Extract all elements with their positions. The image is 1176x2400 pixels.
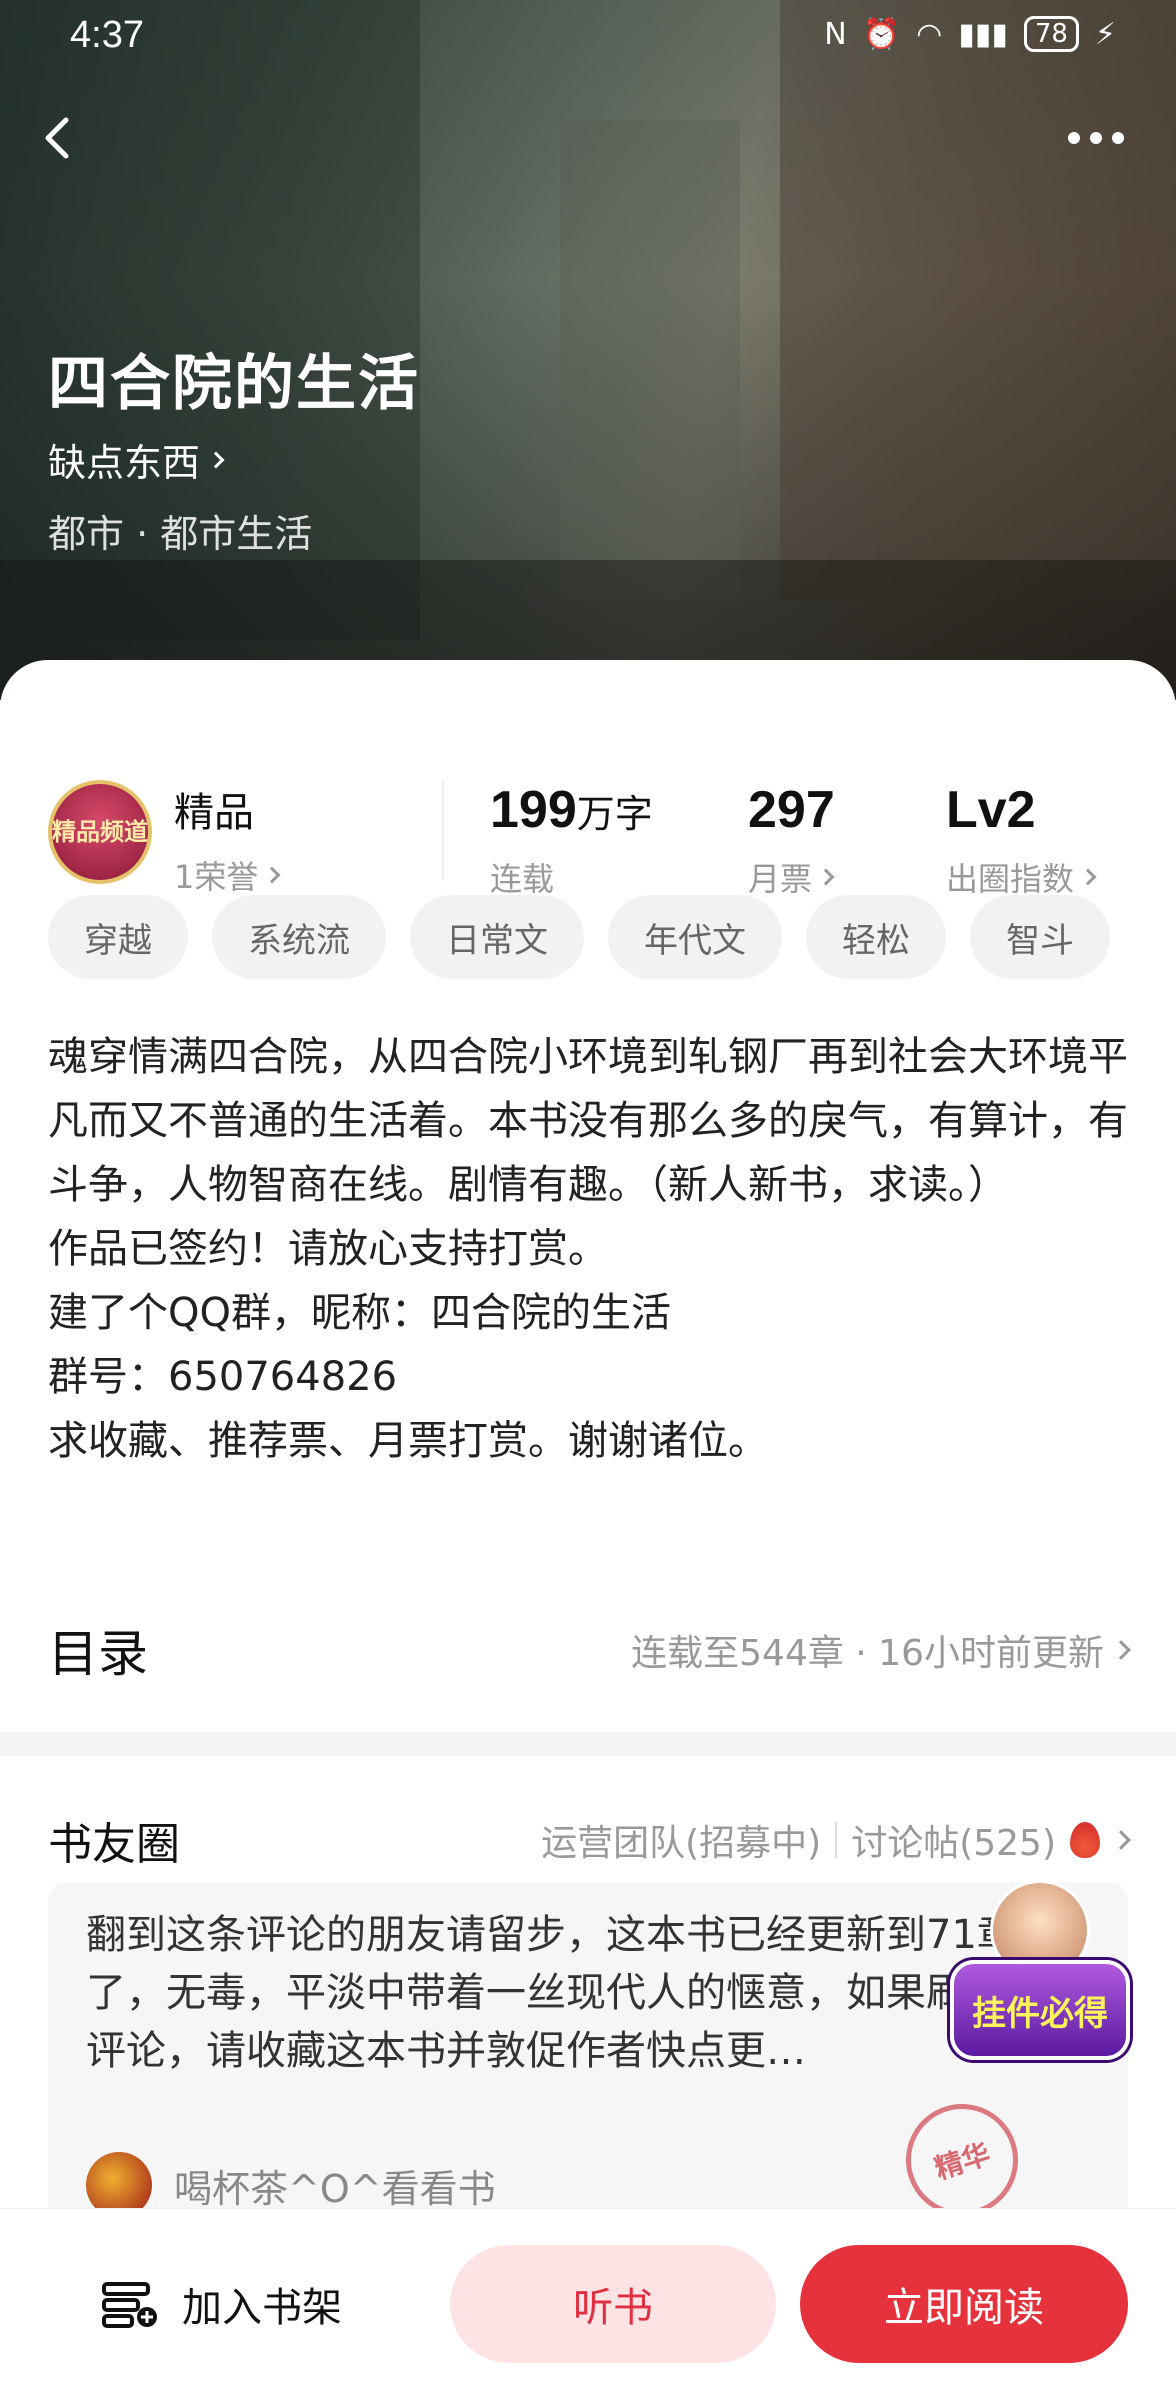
chevron-right-icon [1111, 1640, 1131, 1660]
fire-icon [1070, 1822, 1100, 1858]
pendant-promo-button[interactable]: 挂件必得 [950, 1960, 1130, 2060]
honor-badge-icon: 精品频道 [48, 780, 152, 884]
read-now-button[interactable]: 立即阅读 [800, 2245, 1128, 2363]
description-line: 作品已签约！请放心支持打赏。 [48, 1226, 608, 1272]
discussion-posts-link[interactable]: 讨论帖(525) [851, 1814, 1056, 1866]
stat-value: 199 [490, 781, 577, 839]
honor-count: 1荣誉 [174, 858, 259, 896]
chevron-right-icon [207, 451, 225, 468]
honor-label: 精品 [174, 790, 254, 836]
bottom-action-bar: 加入书架 听书 立即阅读 [0, 2208, 1176, 2400]
divider [835, 1822, 838, 1858]
chevron-right-icon [1079, 868, 1097, 886]
wifi-icon: ◠ [916, 16, 943, 52]
honor-link[interactable]: 精品 1荣誉 [174, 780, 281, 898]
book-genre: 都市 · 都市生活 [48, 512, 313, 556]
description-line: 群号：650764826 [48, 1354, 398, 1400]
tag-chip[interactable]: 日常文 [410, 895, 584, 979]
stat-unit: 万字 [576, 792, 653, 836]
comment-text: 翻到这条评论的朋友请留步，这本书已经更新到71章了，无毒，平淡中带着一丝现代人的… [86, 1912, 1086, 2074]
stats-row: 精品频道 精品 1荣誉 199万字 连载 297 月票 Lv2 出圈指数 [48, 720, 1138, 898]
author-name: 缺点东西 [48, 441, 201, 485]
building-shape [560, 120, 740, 600]
add-to-shelf-label: 加入书架 [182, 2285, 342, 2331]
stat-label: 出圈指数 [946, 860, 1075, 898]
stat-value: 297 [748, 781, 835, 839]
listen-button[interactable]: 听书 [450, 2245, 776, 2363]
tag-chip[interactable]: 年代文 [608, 895, 782, 979]
detail-sheet: 精品频道 精品 1荣誉 199万字 连载 297 月票 Lv2 出圈指数 穿越 … [0, 660, 1176, 2400]
chevron-right-icon [263, 866, 281, 884]
stat-monthly-tickets[interactable]: 297 月票 [748, 780, 835, 900]
signal-icon: ▮▮▮ [958, 16, 1008, 52]
toc-title: 目录 [48, 1625, 148, 1683]
tag-chip[interactable]: 穿越 [48, 895, 188, 979]
cover-banner: 4:37 N ⏰ ◠ ▮▮▮ 78 ⚡ 四合院的生活 缺点东西 都市 · 都市生… [0, 0, 1176, 700]
nfc-icon: N [824, 16, 847, 52]
author-link[interactable]: 缺点东西 [48, 432, 225, 487]
book-club-title: 书友圈 [48, 1819, 180, 1870]
divider [442, 780, 444, 880]
section-divider [0, 1732, 1176, 1756]
add-to-shelf-button[interactable]: 加入书架 [100, 2249, 342, 2359]
stat-influence-index[interactable]: Lv2 出圈指数 [946, 780, 1097, 900]
status-time: 4:37 [70, 14, 144, 56]
toc-update-info: 连载至544章 · 16小时前更新 [631, 1633, 1104, 1674]
status-bar: 4:37 N ⏰ ◠ ▮▮▮ 78 ⚡ [0, 0, 1176, 72]
charging-icon: ⚡ [1094, 16, 1116, 52]
tag-chip[interactable]: 智斗 [970, 895, 1110, 979]
book-title: 四合院的生活 [48, 349, 420, 419]
shelf-add-icon [102, 2282, 157, 2328]
ops-team-link[interactable]: 运营团队(招募中) [541, 1814, 821, 1866]
back-icon[interactable] [30, 108, 90, 168]
alarm-icon: ⏰ [862, 16, 901, 52]
description-line: 求收藏、推荐票、月票打赏。谢谢诸位。 [48, 1418, 768, 1464]
chevron-right-icon [817, 868, 835, 886]
building-shape [780, 0, 1176, 600]
table-of-contents-row[interactable]: 目录 连载至544章 · 16小时前更新 [48, 1610, 1131, 1690]
stat-label: 月票 [748, 860, 813, 898]
honor-badge-text: 精品频道 [52, 818, 148, 846]
more-options-icon[interactable] [1056, 118, 1136, 158]
tag-list: 穿越 系统流 日常文 年代文 轻松 智斗 [48, 895, 1110, 979]
comment-username: 喝杯茶^O^看看书 [174, 2166, 496, 2211]
tag-chip[interactable]: 系统流 [212, 895, 386, 979]
stat-words: 199万字 连载 [490, 780, 653, 900]
book-description[interactable]: 魂穿情满四合院，从四合院小环境到轧钢厂再到社会大环境平凡而又不普通的生活着。本书… [48, 1025, 1138, 1473]
stat-value: Lv2 [946, 781, 1036, 839]
description-line: 建了个QQ群，昵称：四合院的生活 [48, 1290, 671, 1336]
battery-icon: 78 [1023, 16, 1079, 52]
status-icons: N ⏰ ◠ ▮▮▮ 78 ⚡ [824, 16, 1116, 52]
tag-chip[interactable]: 轻松 [806, 895, 946, 979]
chevron-right-icon[interactable] [1111, 1830, 1131, 1850]
book-club-header: 书友圈 运营团队(招募中) 讨论帖(525) [48, 1800, 1131, 1880]
description-line: 魂穿情满四合院，从四合院小环境到轧钢厂再到社会大环境平凡而又不普通的生活着。本书… [48, 1034, 1128, 1208]
featured-comment-card[interactable]: 翻到这条评论的朋友请留步，这本书已经更新到71章了，无毒，平淡中带着一丝现代人的… [48, 1882, 1128, 2242]
stat-label: 连载 [490, 860, 555, 898]
